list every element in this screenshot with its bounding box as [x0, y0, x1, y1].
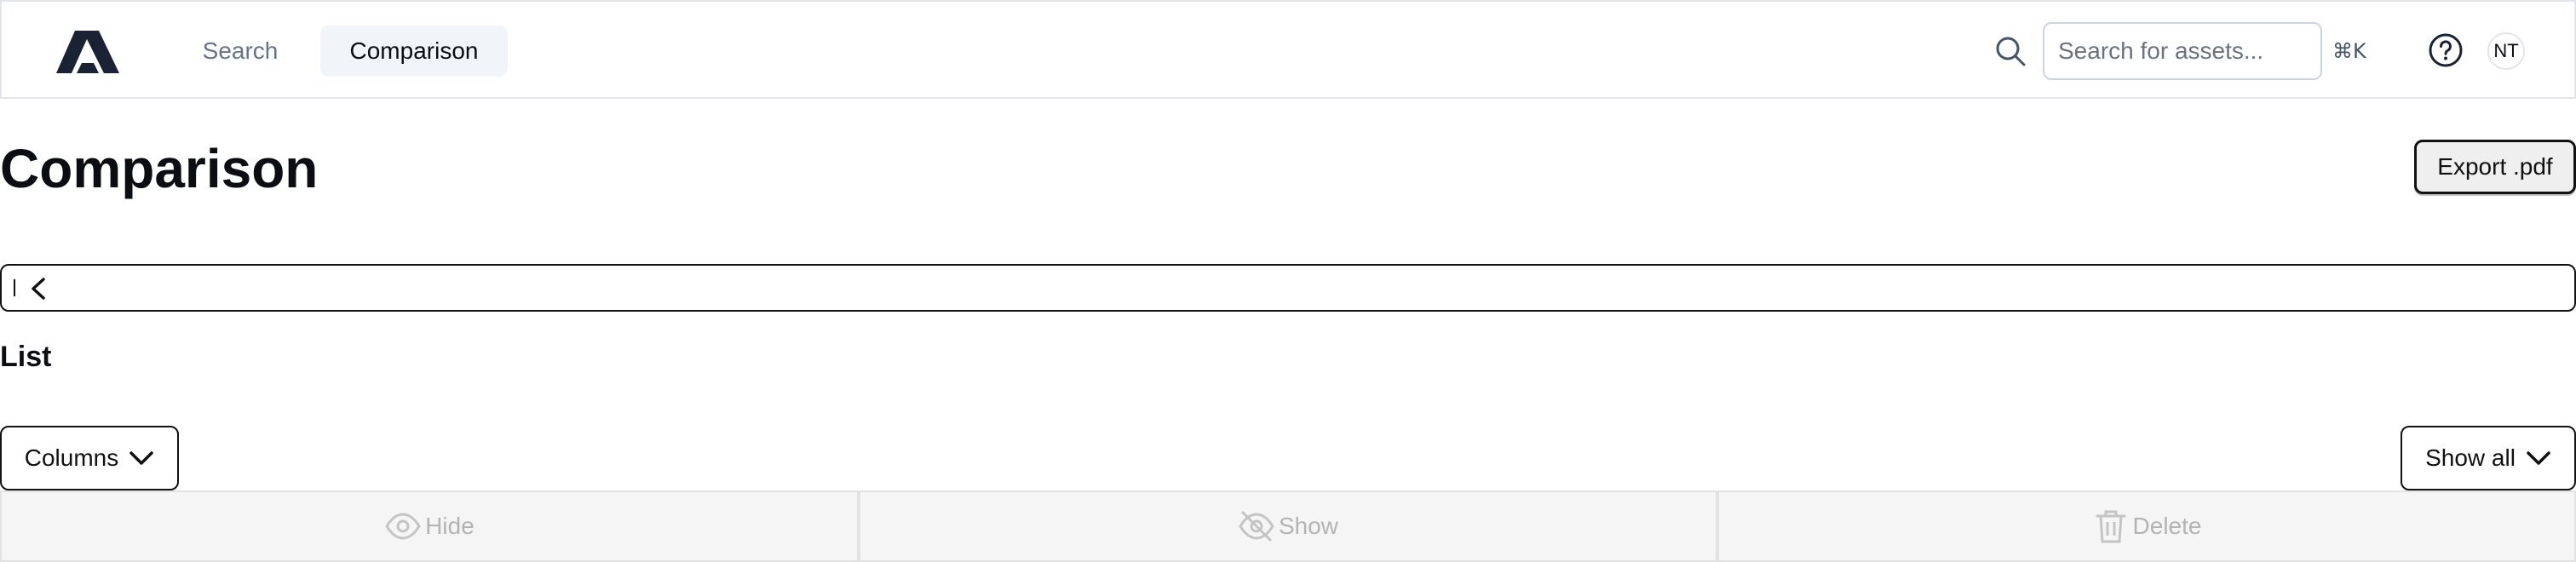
keyboard-shortcut-hint: ⌘K	[2332, 39, 2366, 63]
chevron-left-icon[interactable]	[27, 276, 49, 301]
help-circle-icon[interactable]	[2428, 32, 2464, 68]
chevron-down-icon	[2527, 451, 2550, 465]
export-pdf-button[interactable]: Export .pdf	[2414, 140, 2576, 194]
page-title: Comparison	[0, 138, 319, 199]
search-icon[interactable]	[1993, 34, 2027, 68]
collapsible-panel-bar	[0, 264, 2576, 312]
bulk-action-bar: Hide Show Delete	[0, 490, 2576, 562]
columns-dropdown-button[interactable]: Columns	[0, 426, 179, 490]
eye-icon	[385, 513, 421, 540]
hide-button-label: Hide	[425, 513, 474, 539]
show-button[interactable]: Show	[859, 490, 1717, 562]
list-section-title: List	[0, 341, 52, 373]
nav-link-search[interactable]: Search	[186, 26, 295, 77]
search-input[interactable]	[2043, 22, 2322, 80]
hide-button[interactable]: Hide	[0, 490, 859, 562]
show-button-label: Show	[1278, 513, 1339, 539]
nav-link-comparison[interactable]: Comparison	[320, 26, 508, 77]
chevron-down-icon	[129, 451, 153, 465]
trash-icon	[2096, 510, 2126, 543]
delete-button-label: Delete	[2132, 513, 2202, 539]
eye-off-icon	[1239, 511, 1274, 542]
delete-button[interactable]: Delete	[1717, 490, 2576, 562]
show-all-dropdown-button[interactable]: Show all	[2401, 426, 2576, 490]
columns-button-label: Columns	[24, 444, 119, 471]
show-all-button-label: Show all	[2425, 444, 2516, 471]
user-avatar[interactable]: NT	[2487, 32, 2525, 70]
resize-handle[interactable]	[14, 279, 15, 296]
brand-logo-icon[interactable]	[56, 31, 119, 73]
top-nav: Search Comparison ⌘K NT	[0, 0, 2576, 99]
